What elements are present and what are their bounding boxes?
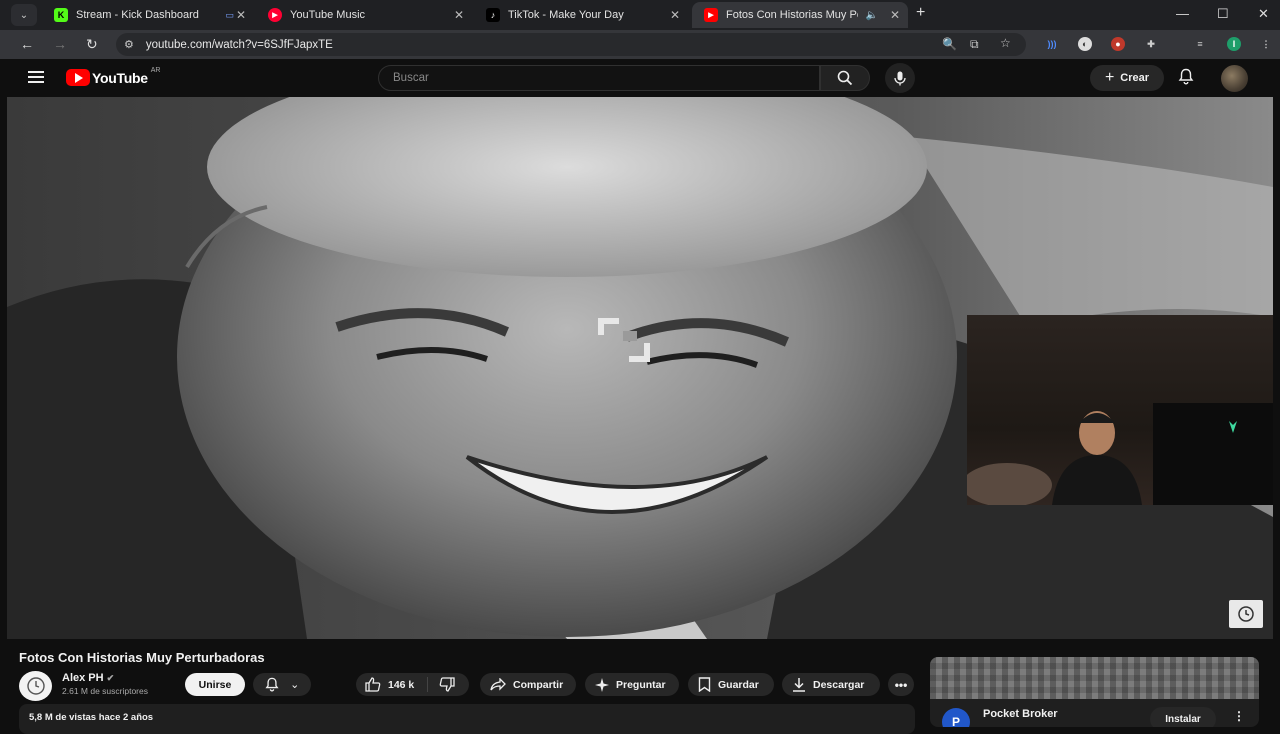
address-bar[interactable]: ⚙ youtube.com/watch?v=6SJfFJapxTE	[116, 33, 1026, 56]
thumbs-down-icon	[439, 677, 455, 692]
minimize-button[interactable]: —	[1176, 6, 1189, 21]
bell-icon	[1178, 68, 1194, 85]
profile-avatar[interactable]: I	[1227, 37, 1241, 51]
clock-icon	[1238, 606, 1254, 622]
sidebar-ad-card[interactable]: P Pocket Broker Instalar ⋮	[930, 657, 1259, 727]
youtube-header: YouTube AR Buscar + Crear	[0, 59, 1280, 97]
reload-button[interactable]: ↻	[86, 36, 98, 53]
notifications-button[interactable]	[1178, 68, 1194, 90]
kick-icon: K	[54, 8, 68, 22]
join-button[interactable]: Unirse	[185, 673, 245, 696]
plus-icon: +	[1104, 69, 1115, 86]
subscription-bell-button[interactable]: ⌄	[253, 673, 311, 696]
zoom-icon[interactable]: 🔍	[942, 37, 957, 51]
share-arrow-icon	[490, 678, 506, 691]
share-button[interactable]: Compartir	[480, 673, 576, 696]
create-button[interactable]: + Crear	[1090, 65, 1164, 91]
microphone-icon	[894, 71, 906, 85]
verified-check-icon: ✔	[106, 673, 115, 683]
save-button[interactable]: Guardar	[688, 673, 774, 696]
bookmark-star-icon[interactable]: ☆	[1000, 36, 1011, 50]
video-title: Fotos Con Historias Muy Perturbadoras	[19, 650, 265, 665]
description-box[interactable]: 5,8 M de vistas hace 2 años	[19, 704, 915, 734]
voice-search-button[interactable]	[885, 63, 915, 93]
ask-button[interactable]: Preguntar	[585, 673, 679, 696]
browser-menu-icon[interactable]: ⋮	[1259, 37, 1273, 51]
youtube-logo[interactable]: YouTube AR	[66, 67, 160, 86]
forward-button[interactable]: →	[53, 36, 67, 52]
tiktok-icon: ♪	[486, 8, 500, 22]
sparkle-icon	[595, 677, 609, 692]
dislike-button[interactable]	[428, 677, 462, 692]
install-button[interactable]: Instalar	[1150, 707, 1216, 727]
channel-name[interactable]: Alex PH ✔	[62, 672, 114, 684]
tab-tiktok[interactable]: ♪ TikTok - Make Your Day ✕	[474, 2, 688, 28]
maximize-button[interactable]: ☐	[1217, 6, 1229, 22]
subscriber-count: 2.61 M de suscriptores	[62, 686, 148, 696]
webcam-overlay	[967, 315, 1273, 505]
bell-icon	[265, 677, 279, 692]
like-button[interactable]: 146 k	[356, 677, 428, 692]
download-button[interactable]: Descargar	[782, 673, 880, 696]
bookmark-icon	[698, 677, 711, 692]
more-vert-icon[interactable]: ⋮	[1233, 709, 1245, 723]
extension-wave-icon[interactable]: )))	[1045, 37, 1059, 51]
close-tab-icon[interactable]: ✕	[454, 8, 464, 22]
account-avatar[interactable]	[1221, 65, 1248, 92]
search-input[interactable]: Buscar	[378, 65, 820, 91]
audio-playing-icon[interactable]: 🔈	[866, 10, 878, 21]
chevron-down-icon: ⌄	[19, 9, 29, 21]
more-dots-icon: •••	[894, 677, 908, 692]
close-tab-icon[interactable]: ✕	[890, 8, 900, 22]
ad-logo: P	[942, 708, 970, 727]
close-tab-icon[interactable]: ✕	[236, 8, 246, 22]
search-icon	[837, 70, 853, 86]
clock-watermark-button[interactable]	[1229, 600, 1263, 628]
download-icon	[793, 678, 805, 692]
chevron-down-icon: ⌄	[290, 679, 300, 691]
thumbs-up-icon	[365, 677, 381, 692]
search-button[interactable]	[820, 65, 870, 91]
like-dislike-group: 146 k	[356, 673, 469, 696]
screen-icon: ▭	[225, 9, 234, 20]
media-control-icon[interactable]: ≡	[1193, 37, 1207, 51]
youtube-icon: ▶	[704, 8, 718, 22]
extension-record-icon[interactable]: ●	[1111, 37, 1125, 51]
tab-youtube-music[interactable]: ▶ YouTube Music ✕	[256, 2, 472, 28]
ad-title: Pocket Broker	[983, 708, 1058, 720]
video-player[interactable]	[7, 97, 1273, 639]
new-tab-button[interactable]: +	[916, 4, 925, 22]
extension-ghost-icon[interactable]: ◐	[1078, 37, 1092, 51]
tab-search-button[interactable]: ⌄	[11, 4, 37, 26]
cast-icon[interactable]: ⧉	[970, 37, 979, 52]
back-button[interactable]: ←	[20, 36, 34, 52]
channel-avatar[interactable]	[19, 671, 52, 701]
tab-kick-dashboard[interactable]: K Stream - Kick Dashboard ▭ ✕	[42, 2, 254, 28]
tab-youtube-active[interactable]: ▶ Fotos Con Historias Muy Pe 🔈 ✕	[692, 2, 908, 28]
view-count-date: 5,8 M de vistas hace 2 años	[29, 712, 154, 723]
youtube-play-icon	[66, 69, 90, 86]
more-actions-button[interactable]: •••	[888, 673, 914, 696]
close-tab-icon[interactable]: ✕	[670, 8, 680, 22]
loading-spinner-icon	[597, 315, 655, 365]
youtube-music-icon: ▶	[268, 8, 282, 22]
close-window-button[interactable]: ✕	[1258, 6, 1269, 22]
extensions-puzzle-icon[interactable]: ✚	[1144, 37, 1158, 51]
hamburger-menu-icon[interactable]	[28, 71, 44, 83]
ad-thumbnail	[930, 657, 1259, 699]
site-info-icon[interactable]: ⚙	[124, 38, 134, 51]
clock-icon	[26, 677, 45, 695]
